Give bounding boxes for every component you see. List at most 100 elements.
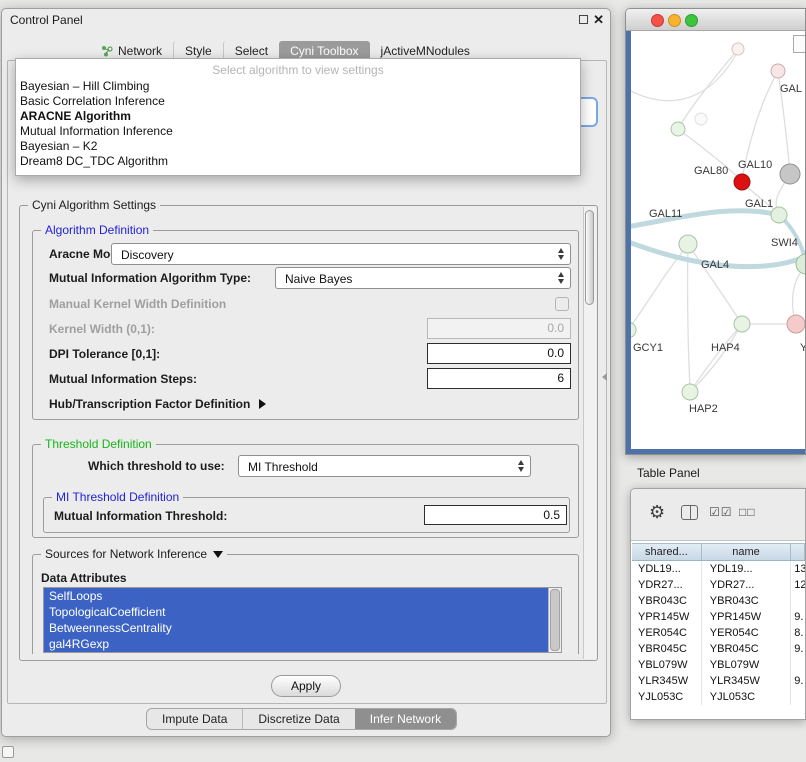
list-item[interactable]: BetweennessCentrality [44,620,548,636]
close-window-icon[interactable]: ✕ [593,12,604,28]
mi-threshold-field[interactable]: 0.5 [424,505,567,525]
network-node-label: GAL80 [694,165,728,177]
sources-expander[interactable]: Sources for Network Inference [41,547,227,562]
aracne-mode-combo[interactable]: Discovery [111,243,571,265]
popup-item-basic-correlation[interactable]: Basic Correlation Inference [16,94,580,109]
network-node-label: GCY1 [633,342,663,354]
collapse-down-icon[interactable] [213,551,223,558]
network-view-window: GAL GAL80 GAL10 GAL11 GAL1 SWI4 GAL4 GCY… [625,8,806,455]
list-scrollbar-track[interactable] [548,588,561,652]
dpi-tolerance-field[interactable]: 0.0 [427,343,571,364]
expand-right-icon[interactable] [259,399,266,409]
columns-icon[interactable] [681,505,698,520]
network-icon [101,45,113,57]
list-item[interactable]: TopologicalCoefficient [44,604,548,620]
table-row[interactable]: YDR27...YDR27...12 [632,577,805,593]
network-node-gal-pink[interactable] [771,64,785,78]
apply-button[interactable]: Apply [271,675,341,697]
network-node-red-selected[interactable] [734,174,750,190]
network-node-pale[interactable] [695,113,707,125]
algorithm-dropdown-popup: Select algorithm to view settings Bayesi… [15,58,581,176]
mi-type-label: Mutual Information Algorithm Type: [49,267,251,289]
network-node-label: GAL11 [649,208,682,220]
table-row[interactable]: YLR345WYLR345W9. [632,673,805,689]
popup-item-dream8[interactable]: Dream8 DC_TDC Algorithm [16,154,580,169]
tab-discretize-data[interactable]: Discretize Data [242,709,354,729]
checked-boxes-icon[interactable]: ☑☑ [709,505,733,519]
network-node-label: HAP2 [689,403,718,415]
network-scrollbar-fragment[interactable] [793,35,806,53]
which-threshold-label: Which threshold to use: [88,455,225,477]
node-table: shared... name YDL19...YDL19...13 YDR27.… [632,543,805,705]
threshold-definition-group: Threshold Definition Which threshold to … [32,444,579,538]
network-node-green[interactable] [671,122,685,136]
mi-steps-label: Mutual Information Steps: [49,368,197,390]
network-node-green[interactable] [631,322,636,338]
network-node-green[interactable] [679,235,697,253]
kernel-width-field[interactable]: 0.0 [427,318,571,339]
mi-steps-field[interactable]: 6 [427,368,571,389]
network-node-pink[interactable] [787,315,805,333]
column-header-shared[interactable]: shared... [632,544,702,560]
network-node-gray[interactable] [780,164,800,184]
kernel-width-label: Kernel Width (0,1): [49,318,155,340]
popup-item-aracne[interactable]: ARACNE Algorithm [16,109,580,124]
zoom-traffic-light[interactable] [685,14,698,27]
manual-kernel-checkbox[interactable] [555,297,569,311]
table-row[interactable]: YER054CYER054C8. [632,625,805,641]
network-canvas[interactable]: GAL GAL80 GAL10 GAL11 GAL1 SWI4 GAL4 GCY… [626,31,805,454]
network-node-pale[interactable] [732,43,744,55]
cyni-algorithm-settings-group: Cyni Algorithm Settings Algorithm Defini… [19,205,598,661]
popup-item-mutual-information[interactable]: Mutual Information Inference [16,124,580,139]
table-row[interactable]: YBL079WYBL079W [632,657,805,673]
column-header-cut[interactable] [791,544,805,560]
network-window-titlebar [626,9,805,31]
control-panel-window: Control Panel ✕ Network Style Select Cyn… [1,8,611,737]
mi-threshold-group: MI Threshold Definition Mutual Informati… [43,497,570,533]
network-node-label: GAL4 [701,259,729,271]
table-panel-label: Table Panel [637,466,700,480]
table-row[interactable]: YJL053CYJL053C [632,689,805,705]
tab-impute-data[interactable]: Impute Data [147,709,242,729]
network-node-label: GAL10 [738,159,772,171]
network-graph: GAL GAL80 GAL10 GAL11 GAL1 SWI4 GAL4 GCY… [631,31,806,451]
network-node-label: Y [800,342,806,354]
table-row[interactable]: YPR145WYPR145W9. [632,609,805,625]
network-node-green[interactable] [682,384,698,400]
desktop: Control Panel ✕ Network Style Select Cyn… [0,0,806,762]
table-row[interactable]: YBR045CYBR045C9. [632,641,805,657]
settings-scrollbar-track[interactable] [583,207,596,659]
which-threshold-combo[interactable]: MI Threshold [238,455,531,477]
hub-definition-expander[interactable]: Hub/Transcription Factor Definition [49,393,266,415]
table-row[interactable]: YBR043CYBR043C [632,593,805,609]
data-attributes-list[interactable]: SelfLoops TopologicalCoefficient Between… [43,587,562,653]
close-traffic-light[interactable] [651,14,664,27]
combo-arrows-icon [518,460,524,472]
column-header-name[interactable]: name [702,544,791,560]
popup-item-bayesian-k2[interactable]: Bayesian – K2 [16,139,580,154]
popup-item-bayesian-hill-climbing[interactable]: Bayesian – Hill Climbing [16,79,580,94]
list-item[interactable]: gal4RGexp [44,636,548,652]
network-node-green[interactable] [734,316,750,332]
popup-placeholder: Select algorithm to view settings [16,62,580,79]
dpi-tolerance-label: DPI Tolerance [0,1]: [49,343,160,365]
manual-kernel-label: Manual Kernel Width Definition [49,293,226,315]
table-row[interactable]: YDL19...YDL19...13 [632,561,805,577]
list-item[interactable]: SelfLoops [44,588,548,604]
network-node-green[interactable] [771,207,787,223]
bottom-tabbar: Impute Data Discretize Data Infer Networ… [146,708,457,730]
restore-window-icon[interactable] [579,15,588,24]
gear-icon[interactable]: ⚙ [649,502,665,523]
group-title: Cyni Algorithm Settings [28,198,160,213]
mi-type-combo[interactable]: Naive Bayes [275,267,571,289]
panel-collapse-handle-icon[interactable] [602,373,607,381]
unchecked-boxes-icon[interactable]: □□ [739,505,756,519]
network-node-label: GAL1 [745,198,773,210]
tab-infer-network[interactable]: Infer Network [355,709,456,729]
list-scrollbar-thumb[interactable] [550,589,560,651]
network-node-label: GAL [780,83,802,95]
table-toolbar: ⚙ ☑☑ □□ [631,489,805,541]
minimize-traffic-light[interactable] [668,14,681,27]
desktop-corner-icon[interactable] [2,746,14,758]
settings-scrollbar-thumb[interactable] [585,210,594,305]
